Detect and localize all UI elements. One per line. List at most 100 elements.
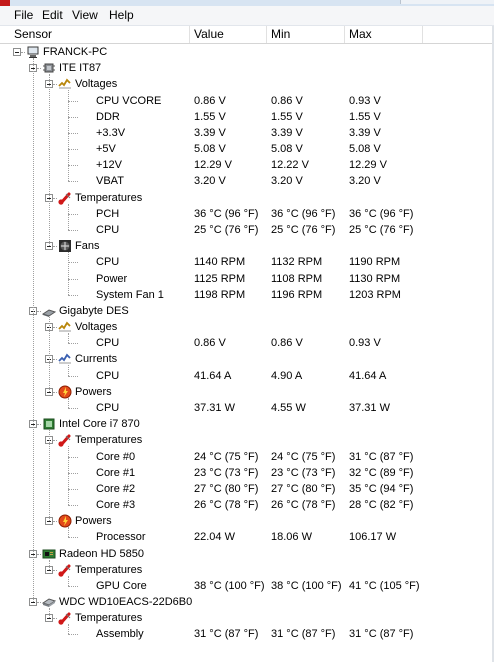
current-icon [58, 352, 72, 366]
sensor-value: 3.39 V [194, 127, 226, 139]
sensor-row[interactable]: CPU 0.86 V 0.86 V 0.93 V [0, 335, 494, 351]
tree-connector [53, 246, 57, 247]
tree-connector [68, 576, 69, 586]
sensor-max: 1130 RPM [349, 273, 401, 285]
tree-node-gigabyte-des[interactable]: Gigabyte DES [0, 303, 494, 319]
sensor-value: 0.86 V [194, 337, 226, 349]
sensor-label: DDR [96, 111, 120, 123]
menu-view[interactable]: View [68, 8, 102, 23]
tree-node-fans[interactable]: Fans [0, 238, 494, 254]
column-value[interactable]: Value [190, 26, 267, 43]
tree-node-voltages[interactable]: Voltages [0, 76, 494, 92]
collapse-toggle[interactable] [13, 48, 21, 56]
sensor-value: 1140 RPM [194, 256, 246, 268]
tree-node-temperatures[interactable]: Temperatures [0, 610, 494, 626]
sensor-value: 38 °C (100 °F) [194, 580, 265, 592]
tree-connector [49, 608, 50, 618]
thermometer-icon [58, 611, 72, 625]
sensor-row[interactable]: GPU Core 38 °C (100 °F) 38 °C (100 °F) 41 °… [0, 578, 494, 594]
tree-connector [53, 618, 57, 619]
tree-node-temperatures[interactable]: Temperatures [0, 562, 494, 578]
sensor-row[interactable]: +12V 12.29 V 12.22 V 12.29 V [0, 157, 494, 173]
sensor-row[interactable]: System Fan 1 1198 RPM 1196 RPM 1203 RPM [0, 287, 494, 303]
tree-connector [68, 90, 69, 181]
sensor-label: CPU [96, 256, 120, 268]
sensor-min: 38 °C (100 °F) [271, 580, 342, 592]
tree-connector [21, 52, 25, 53]
tree-connector [68, 117, 78, 118]
tree-node-currents[interactable]: Currents [0, 351, 494, 367]
sensor-max: 0.93 V [349, 95, 381, 107]
node-label: Temperatures [75, 564, 143, 576]
sensor-row[interactable]: Processor 22.04 W 18.06 W 106.17 W [0, 529, 494, 545]
tree-node-voltages[interactable]: Voltages [0, 319, 494, 335]
sensor-value: 1198 RPM [194, 289, 246, 301]
tree-connector [49, 560, 50, 570]
tree-node-powers[interactable]: Powers [0, 513, 494, 529]
tree-node-temperatures[interactable]: Temperatures [0, 432, 494, 448]
sensor-value: 36 °C (96 °F) [194, 208, 259, 220]
sensor-min: 4.55 W [271, 402, 306, 414]
column-max[interactable]: Max [345, 26, 423, 43]
node-label: Gigabyte DES [59, 305, 129, 317]
tree-node-radeon-hd-5850[interactable]: Radeon HD 5850 [0, 546, 494, 562]
node-label: Voltages [75, 321, 118, 333]
menu-help[interactable]: Help [105, 8, 138, 23]
node-label: Fans [75, 240, 100, 252]
tree-connector [68, 457, 78, 458]
tree-node-wdc-wd10eacs-22d6b0[interactable]: WDC WD10EACS-22D6B0 [0, 594, 494, 610]
sensor-max: 41 °C (105 °F) [349, 580, 420, 592]
sensor-row[interactable]: DDR 1.55 V 1.55 V 1.55 V [0, 109, 494, 125]
tree-connector [53, 84, 57, 85]
sensor-row[interactable]: CPU 1140 RPM 1132 RPM 1190 RPM [0, 254, 494, 270]
tree-node-intel-core-i7-870[interactable]: Intel Core i7 870 [0, 416, 494, 432]
sensor-value: 5.08 V [194, 143, 226, 155]
tree-node-franck-pc[interactable]: FRANCK-PC [0, 44, 494, 60]
tree-connector [49, 317, 50, 392]
sensor-row[interactable]: Core #2 27 °C (80 °F) 27 °C (80 °F) 35 °C (… [0, 481, 494, 497]
sensor-row[interactable]: Assembly 31 °C (87 °F) 31 °C (87 °F) 31 °C … [0, 626, 494, 642]
sensor-min: 1132 RPM [271, 256, 323, 268]
node-label: WDC WD10EACS-22D6B0 [59, 596, 193, 608]
sensor-max: 3.39 V [349, 127, 381, 139]
tree-node-temperatures[interactable]: Temperatures [0, 190, 494, 206]
tree-node-ite-it87[interactable]: ITE IT87 [0, 60, 494, 76]
sensor-row[interactable]: Core #1 23 °C (73 °F) 23 °C (73 °F) 32 °C (… [0, 465, 494, 481]
tree-connector [68, 624, 69, 634]
sensor-row[interactable]: CPU 25 °C (76 °F) 25 °C (76 °F) 25 °C (76 °… [0, 222, 494, 238]
node-label: Currents [75, 353, 118, 365]
sensor-row[interactable]: VBAT 3.20 V 3.20 V 3.20 V [0, 173, 494, 189]
power-icon [58, 514, 72, 528]
sensor-row[interactable]: +3.3V 3.39 V 3.39 V 3.39 V [0, 125, 494, 141]
sensor-label: CPU [96, 402, 120, 414]
menu-edit[interactable]: Edit [38, 8, 67, 23]
sensor-max: 37.31 W [349, 402, 390, 414]
tree-node-powers[interactable]: Powers [0, 384, 494, 400]
sensor-max: 0.93 V [349, 337, 381, 349]
sensor-min: 26 °C (78 °F) [271, 499, 336, 511]
column-min[interactable]: Min [267, 26, 345, 43]
sensor-row[interactable]: Power 1125 RPM 1108 RPM 1130 RPM [0, 271, 494, 287]
column-sensor[interactable]: Sensor [10, 26, 190, 43]
sensor-min: 25 °C (76 °F) [271, 224, 336, 236]
sensor-max: 1203 RPM [349, 289, 401, 301]
sensor-row[interactable]: CPU VCORE 0.86 V 0.86 V 0.93 V [0, 93, 494, 109]
sensor-value: 12.29 V [194, 159, 232, 171]
sensor-row[interactable]: CPU 37.31 W 4.55 W 37.31 W [0, 400, 494, 416]
sensor-row[interactable]: +5V 5.08 V 5.08 V 5.08 V [0, 141, 494, 157]
cpu-icon [42, 417, 56, 431]
sensor-row[interactable]: Core #0 24 °C (75 °F) 24 °C (75 °F) 31 °C (… [0, 449, 494, 465]
tree-connector [68, 505, 78, 506]
sensor-min: 5.08 V [271, 143, 303, 155]
tree-connector [68, 446, 69, 505]
tree-connector [68, 204, 69, 230]
sensor-label: Core #0 [96, 451, 136, 463]
node-label: ITE IT87 [59, 62, 102, 74]
gpu-icon [42, 547, 56, 561]
sensor-row[interactable]: CPU 41.64 A 4.90 A 41.64 A [0, 368, 494, 384]
sensor-max: 31 °C (87 °F) [349, 628, 414, 640]
sensor-row[interactable]: Core #3 26 °C (78 °F) 26 °C (78 °F) 28 °C (… [0, 497, 494, 513]
menu-file[interactable]: File [10, 8, 37, 23]
tree-connector [68, 214, 78, 215]
sensor-row[interactable]: PCH 36 °C (96 °F) 36 °C (96 °F) 36 °C (96 °… [0, 206, 494, 222]
